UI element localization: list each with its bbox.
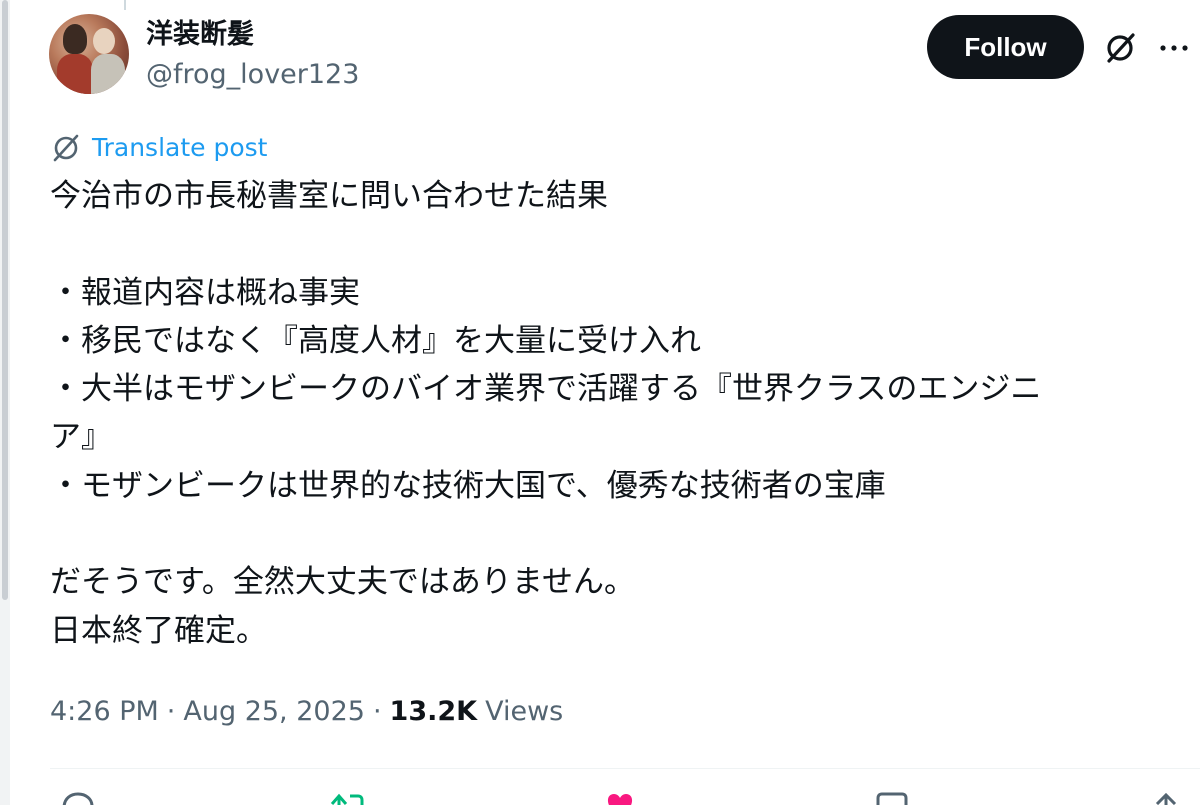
post-line: ア』 <box>50 419 112 456</box>
post-line: だそうです。全然大丈夫ではありません。 <box>50 564 635 601</box>
translate-post-link[interactable]: Translate post <box>50 132 267 164</box>
post-time[interactable]: 4:26 PM <box>50 694 159 730</box>
divider <box>50 768 1200 769</box>
post-date[interactable]: Aug 25, 2025 <box>183 694 365 730</box>
translate-icon <box>53 134 79 162</box>
views-label: Views <box>485 696 564 727</box>
scrollbar-track[interactable] <box>0 0 10 805</box>
post-line <box>50 220 1160 268</box>
grok-icon[interactable] <box>1102 30 1138 66</box>
author-handle[interactable]: @frog_lover123 <box>146 58 359 92</box>
post-text: 今治市の市長秘書室に問い合わせた結果 ・報道内容は概ね事実 ・移民ではなく『高度… <box>50 172 1160 655</box>
views-count: 13.2K <box>389 696 478 727</box>
post-line: ・大半はモザンビークのバイオ業界で活躍する『世界クラスのエンジニ <box>50 371 1042 408</box>
post-meta: 4:26 PM · Aug 25, 2025 · 13.2K Views <box>50 694 563 730</box>
post-line: ・報道内容は概ね事実 <box>50 274 360 311</box>
share-icon[interactable] <box>1146 790 1186 805</box>
follow-button[interactable]: Follow <box>927 15 1084 79</box>
meta-separator: · <box>166 696 176 727</box>
action-bar <box>0 790 1200 805</box>
avatar[interactable] <box>49 14 129 94</box>
meta-separator: · <box>372 696 382 727</box>
author-display-name[interactable]: 洋装断髪 <box>146 18 254 52</box>
more-icon[interactable] <box>1156 30 1192 66</box>
repost-icon[interactable] <box>326 790 366 805</box>
post-line: 日本終了確定。 <box>50 612 267 649</box>
reply-icon[interactable] <box>58 790 98 805</box>
post-line: 今治市の市長秘書室に問い合わせた結果 <box>50 178 608 214</box>
translate-post-label: Translate post <box>92 133 268 162</box>
post-line: ・移民ではなく『高度人材』を大量に受け入れ <box>50 322 701 359</box>
like-icon[interactable] <box>600 790 640 805</box>
post-line <box>50 510 1160 558</box>
post-line: ・モザンビークは世界的な技術大国で、優秀な技術者の宝庫 <box>50 467 886 504</box>
bookmark-icon[interactable] <box>872 790 912 805</box>
scrollbar-thumb[interactable] <box>2 0 8 600</box>
thread-connector <box>124 0 126 10</box>
